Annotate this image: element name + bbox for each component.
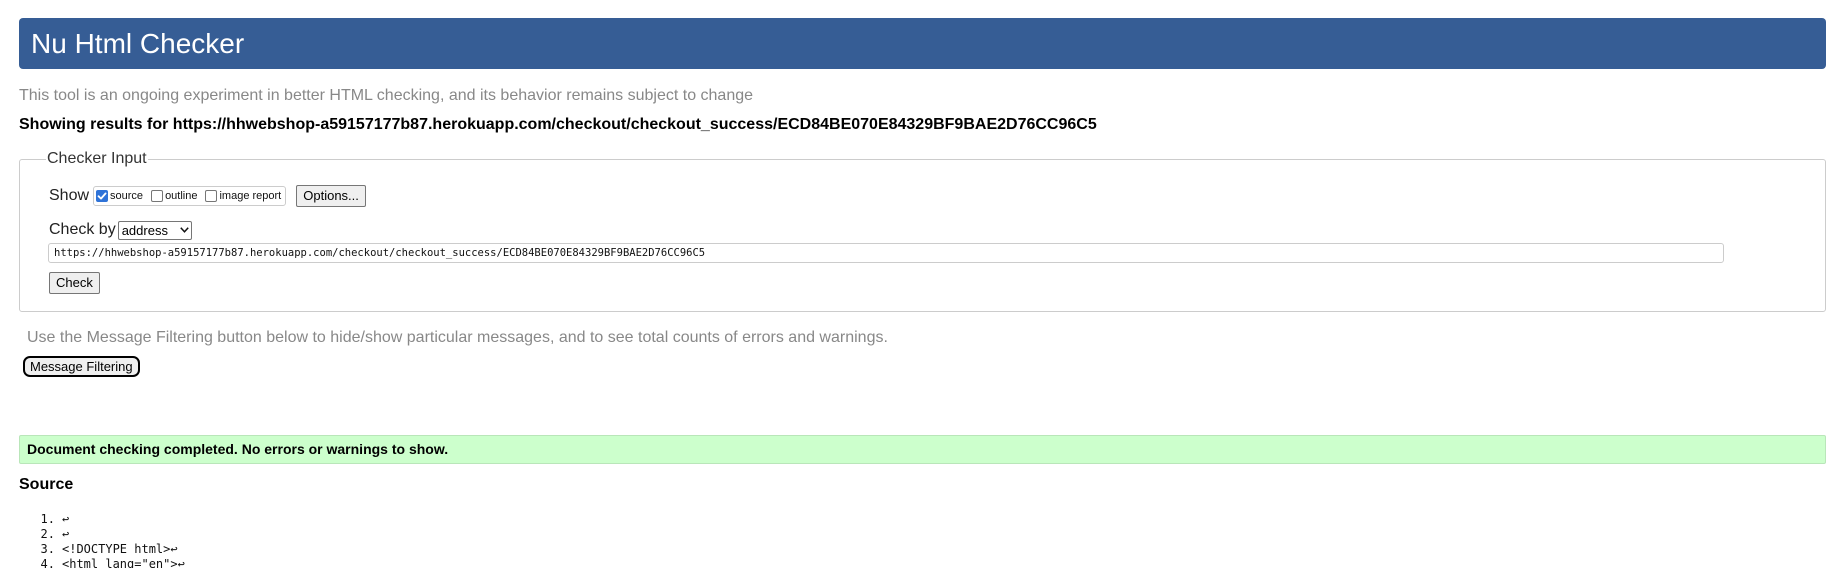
check-button[interactable]: Check (49, 272, 100, 294)
show-outline-option[interactable]: outline (151, 190, 197, 202)
image-report-checkbox[interactable] (205, 190, 218, 202)
experiment-notice: This tool is an ongoing experiment in be… (19, 87, 754, 104)
line-code: <html lang="en">↩ (62, 557, 185, 568)
page: Nu Html Checker This tool is an ongoing … (0, 0, 1846, 568)
app-header: Nu Html Checker (19, 18, 1826, 69)
line-code: <!DOCTYPE html>↩ (62, 542, 178, 556)
results-for-heading: Showing results for https://hhwebshop-a5… (19, 116, 1097, 133)
success-message: Document checking completed. No errors o… (19, 435, 1826, 464)
line-number: 1. (40, 512, 55, 526)
check-by-selected-value: address (121, 222, 168, 238)
checkmark-icon (97, 192, 107, 200)
line-number: 2. (40, 527, 55, 541)
check-by-label: Check by (49, 221, 116, 238)
outline-checkbox[interactable] (151, 190, 164, 202)
source-checkbox[interactable] (96, 190, 109, 202)
line-code: ↩ (62, 527, 70, 541)
show-source-option[interactable]: source (96, 190, 143, 202)
show-options-group: source outline image report (93, 186, 287, 206)
check-by-select[interactable]: address (117, 220, 192, 240)
show-label: Show (49, 187, 90, 204)
checker-input-fieldset: Checker Input (19, 150, 1826, 312)
document-url-input[interactable]: https://hhwebshop-a59157177b87.herokuapp… (48, 243, 1724, 263)
source-heading: Source (19, 476, 74, 493)
chevron-down-icon (180, 227, 189, 233)
show-image-report-option[interactable]: image report (205, 190, 281, 202)
message-filtering-button[interactable]: Message Filtering (23, 356, 140, 377)
line-number: 4. (40, 557, 55, 568)
show-row: Show source outline image report Options… (49, 185, 366, 207)
checker-input-legend: Checker Input (47, 150, 147, 167)
app-title: Nu Html Checker (31, 28, 245, 59)
image-report-option-label: image report (219, 190, 282, 202)
line-number: 3. (40, 542, 55, 556)
check-by-row: Check by address (49, 219, 192, 241)
line-code: ↩ (62, 512, 70, 526)
options-button[interactable]: Options... (296, 185, 366, 207)
source-option-label: source (110, 190, 144, 202)
message-filtering-hint: Use the Message Filtering button below t… (27, 329, 888, 346)
outline-option-label: outline (165, 190, 198, 202)
